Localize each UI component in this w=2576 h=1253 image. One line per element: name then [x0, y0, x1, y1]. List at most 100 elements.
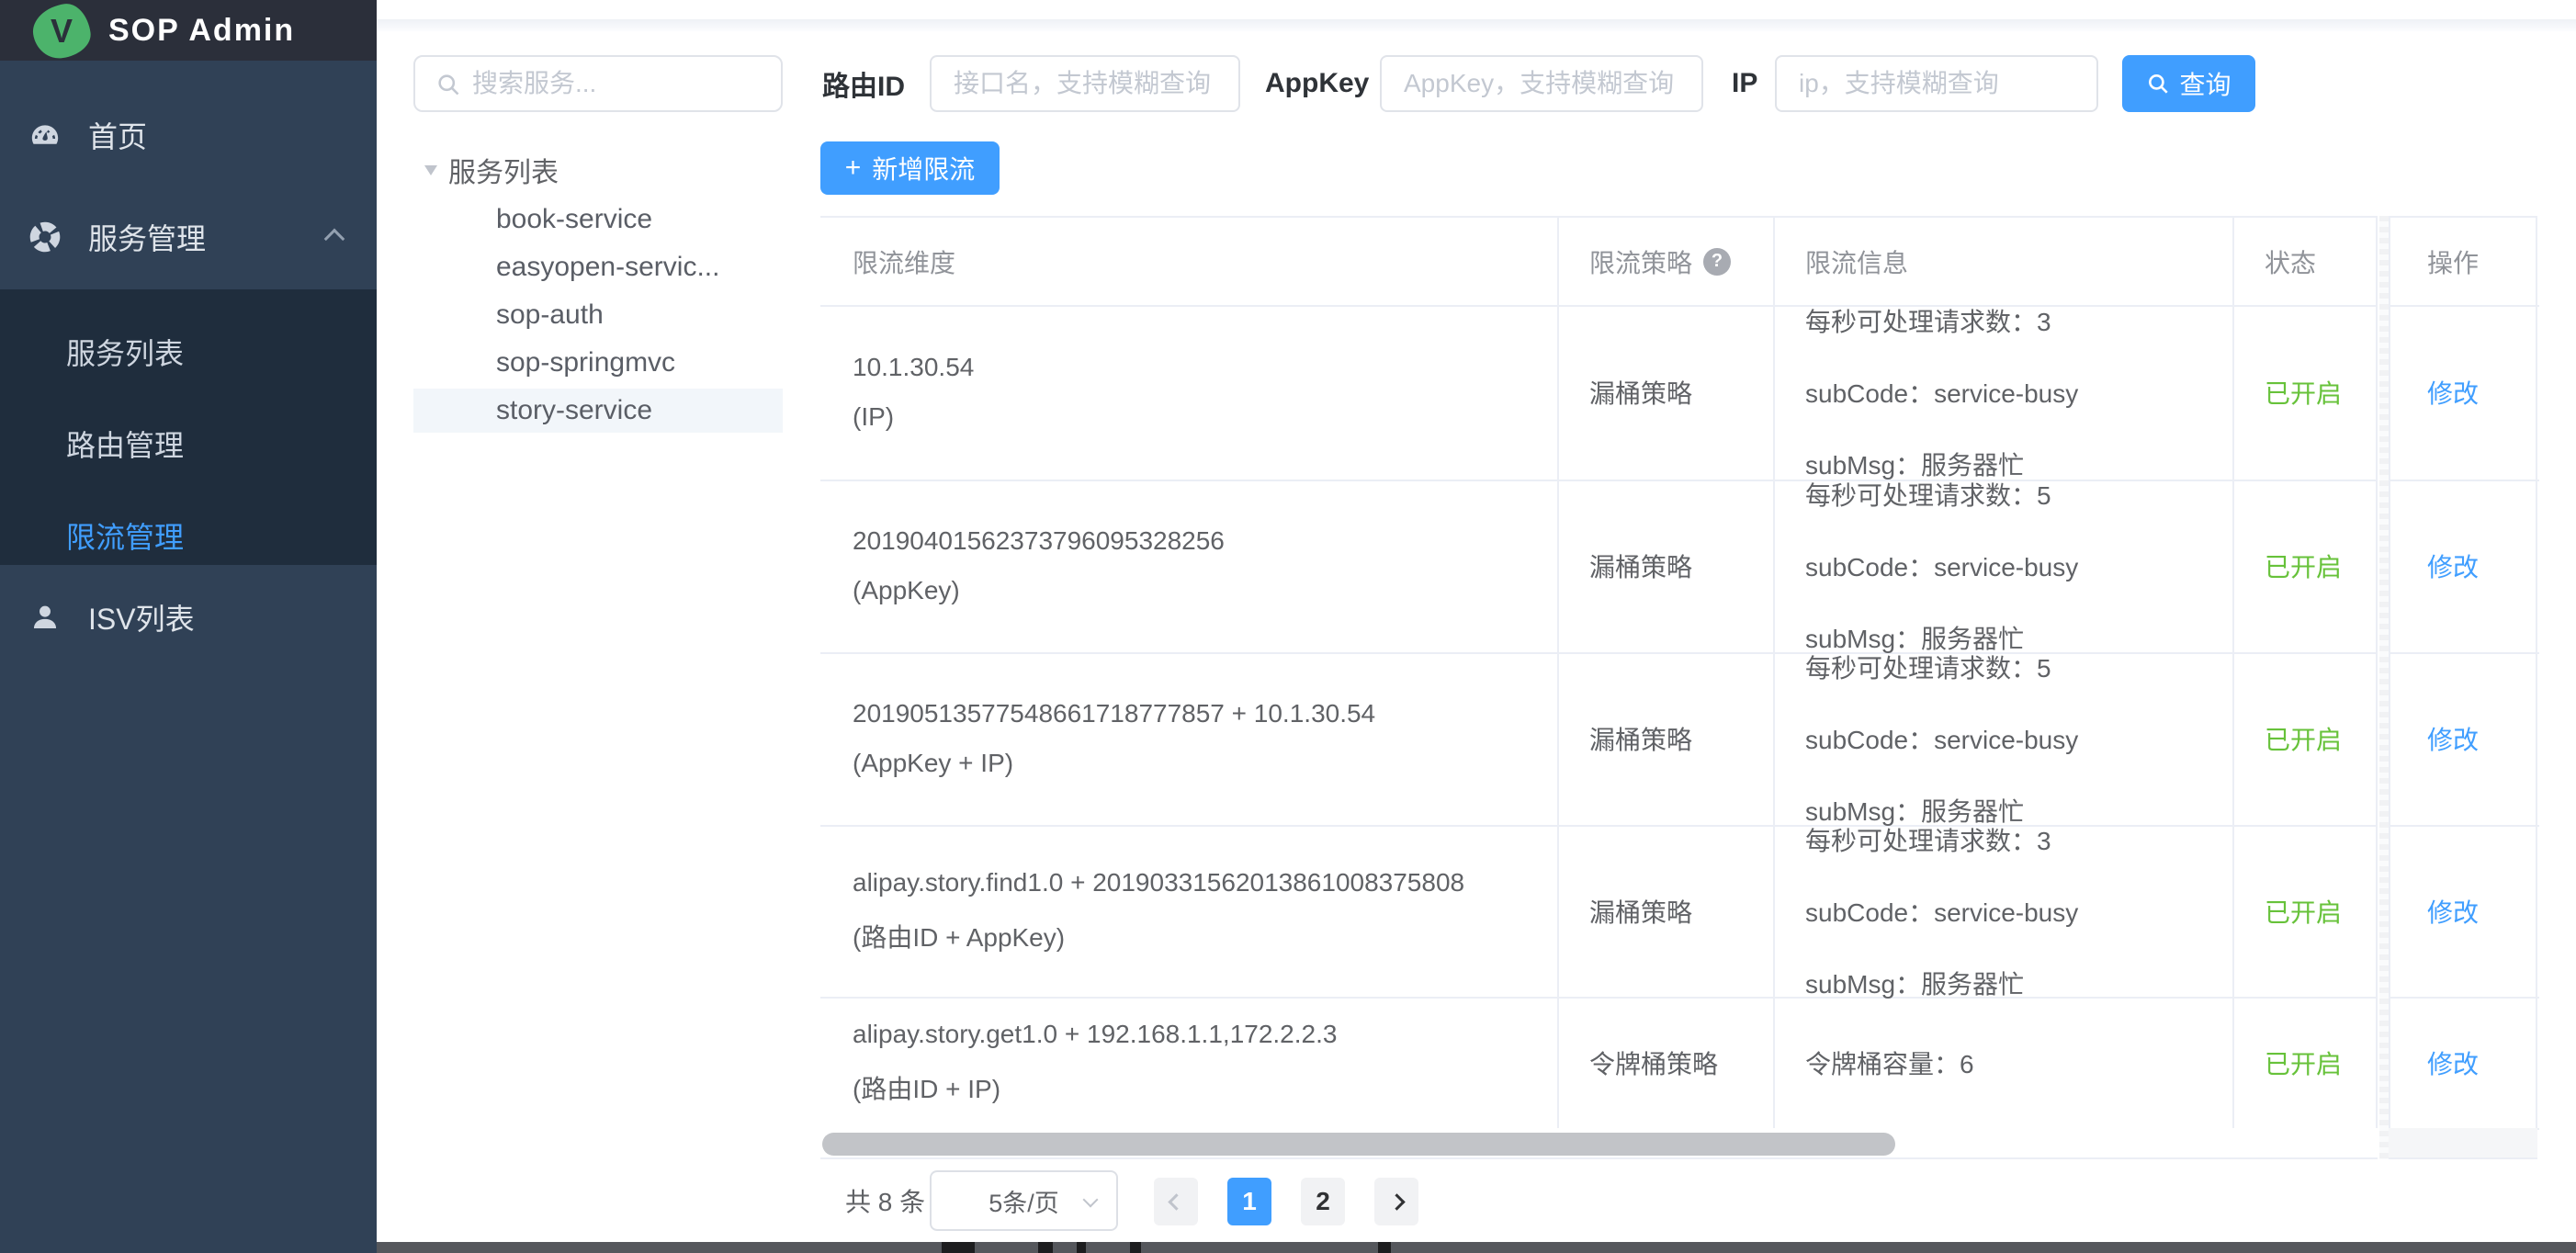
status-badge: 已开启: [2265, 1044, 2375, 1081]
pagination-page-2[interactable]: 2: [1301, 1178, 1345, 1225]
app-logo: V: [29, 1, 93, 62]
dimension-type: (AppKey + IP): [853, 749, 1532, 778]
submenu-label: 服务列表: [66, 331, 184, 373]
tree-item-label: sop-springmvc: [496, 347, 675, 378]
sidebar-item-label: ISV列表: [88, 596, 195, 638]
status-badge: 已开启: [2265, 374, 2375, 411]
column-divider: [2376, 218, 2378, 1130]
sidebar-item-label: 服务管理: [88, 216, 206, 258]
chevron-up-icon: [324, 229, 345, 250]
dimension-value: 20190513577548661718777857 + 10.1.30.54: [853, 699, 1532, 728]
page: V SOP Admin 首页 服务管理 服务列表 路由管理: [0, 0, 2576, 1253]
limit-table: 限流维度 限流策略 ? 限流信息 状态 10.1.30.54 (IP) 漏桶策略…: [820, 216, 2378, 1128]
action-column: 操作 修改 修改 修改 修改 修改: [2389, 216, 2537, 1128]
table-row-dimension: 20190401562373796095328256 (AppKey): [853, 480, 1532, 652]
status-badge: 已开启: [2265, 720, 2375, 757]
dashboard-icon: [29, 119, 61, 151]
ip-label: IP: [1732, 55, 1757, 112]
header-divider: [377, 19, 2576, 31]
dimension-type: (IP): [853, 402, 1532, 432]
tree-item-story-service[interactable]: story-service: [413, 389, 783, 433]
column-divider: [2232, 218, 2234, 1130]
submenu-label: 路由管理: [66, 423, 184, 465]
submenu-label: 限流管理: [66, 514, 184, 557]
ip-input[interactable]: [1775, 55, 2098, 112]
chevron-right-icon: [1388, 1193, 1405, 1210]
dimension-value: alipay.story.get1.0 + 192.168.1.1,172.2.…: [853, 1020, 1532, 1049]
sidebar-item-label: 首页: [88, 114, 147, 156]
sidebar-subitem-service-list[interactable]: 服务列表: [0, 306, 377, 398]
service-search-input[interactable]: [472, 57, 775, 110]
header-limit-info: 限流信息: [1805, 218, 1908, 305]
bottom-edge-mark: [1077, 1242, 1086, 1253]
bottom-edge-mark: [1130, 1242, 1141, 1253]
sidebar: V SOP Admin 首页 服务管理 服务列表 路由管理: [0, 0, 377, 1253]
sidebar-item-service-mgmt[interactable]: 服务管理: [0, 191, 377, 283]
appkey-label: AppKey: [1265, 55, 1369, 112]
edit-link[interactable]: 修改: [2427, 825, 2479, 997]
sidebar-subitem-route-mgmt[interactable]: 路由管理: [0, 398, 377, 490]
column-divider: [1773, 218, 1775, 1130]
table-row-info: 每秒可处理请求数：3 subCode：service-busy subMsg：服…: [1805, 305, 2209, 480]
sidebar-submenu: 服务列表 路由管理 限流管理: [0, 289, 377, 565]
info-line: 每秒可处理请求数：5: [1805, 476, 2209, 513]
info-line: 每秒可处理请求数：5: [1805, 649, 2209, 685]
sidebar-item-home[interactable]: 首页: [0, 89, 377, 181]
table-row-dimension: alipay.story.find1.0 + 20190331562013861…: [853, 825, 1532, 997]
add-limit-button[interactable]: + 新增限流: [820, 141, 1000, 195]
plus-icon: +: [845, 152, 862, 184]
bottom-window-edge: [377, 1242, 2576, 1253]
user-icon: [29, 602, 61, 633]
pagination-next-button[interactable]: [1374, 1178, 1418, 1225]
edit-link[interactable]: 修改: [2427, 305, 2479, 480]
edit-link[interactable]: 修改: [2427, 480, 2479, 652]
tree-root-service-list[interactable]: 服务列表: [413, 149, 783, 191]
info-line: 令牌桶容量：6: [1805, 1044, 2209, 1081]
table-row-strategy: 漏桶策略: [1589, 480, 1755, 652]
dimension-value: alipay.story.find1.0 + 20190331562013861…: [853, 868, 1532, 897]
header-action: 操作: [2427, 218, 2479, 305]
status-badge: 已开启: [2265, 893, 2375, 930]
fixed-column-gap: [2379, 216, 2389, 1159]
chevron-left-icon: [1168, 1193, 1184, 1210]
tree-item-sop-auth[interactable]: sop-auth: [413, 293, 783, 337]
page-size-select[interactable]: 5条/页: [930, 1170, 1118, 1231]
table-row-status: 已开启: [2265, 997, 2375, 1128]
route-id-label: 路由ID: [822, 55, 905, 112]
chevron-down-icon: [1083, 1192, 1099, 1208]
tree-item-book-service[interactable]: book-service: [413, 198, 783, 242]
bottom-edge-mark: [942, 1242, 975, 1253]
scrollbar-fixed-corner: [2389, 1128, 2537, 1159]
sidebar-subitem-limit-mgmt[interactable]: 限流管理: [0, 490, 377, 581]
table-row-strategy: 漏桶策略: [1589, 652, 1755, 825]
edit-link[interactable]: 修改: [2427, 997, 2479, 1128]
search-icon: [2146, 72, 2170, 96]
add-limit-label: 新增限流: [872, 150, 975, 186]
query-button[interactable]: 查询: [2122, 55, 2255, 112]
tree-item-label: sop-auth: [496, 299, 604, 331]
pagination-prev-button[interactable]: [1154, 1178, 1198, 1225]
tree-item-label: story-service: [496, 395, 652, 426]
logo-bar: V SOP Admin: [0, 0, 377, 61]
tree-item-easyopen-service[interactable]: easyopen-servic...: [413, 245, 783, 289]
table-row-dimension: 20190513577548661718777857 + 10.1.30.54 …: [853, 652, 1532, 825]
question-circle-icon[interactable]: ?: [1703, 248, 1731, 276]
appkey-input[interactable]: [1380, 55, 1703, 112]
header-status: 状态: [2265, 218, 2316, 305]
table-row-dimension: 10.1.30.54 (IP): [853, 305, 1532, 480]
edit-link[interactable]: 修改: [2427, 652, 2479, 825]
table-horizontal-scrollbar: [820, 1128, 2378, 1159]
query-button-label: 查询: [2179, 65, 2231, 102]
scrollbar-thumb[interactable]: [822, 1133, 1895, 1156]
tree-item-sop-springmvc[interactable]: sop-springmvc: [413, 341, 783, 385]
pagination-page-1[interactable]: 1: [1227, 1178, 1271, 1225]
route-id-input[interactable]: [930, 55, 1240, 112]
table-row-info: 令牌桶容量：6: [1805, 997, 2209, 1128]
table-row-strategy: 漏桶策略: [1589, 305, 1755, 480]
page-size-value: 5条/页: [989, 1183, 1059, 1219]
tree-root-label: 服务列表: [448, 150, 559, 190]
bottom-edge-mark: [1378, 1242, 1391, 1253]
sidebar-item-isv[interactable]: ISV列表: [0, 571, 377, 663]
info-line: 每秒可处理请求数：3: [1805, 821, 2209, 858]
service-lifebuoy-icon: [29, 221, 61, 253]
